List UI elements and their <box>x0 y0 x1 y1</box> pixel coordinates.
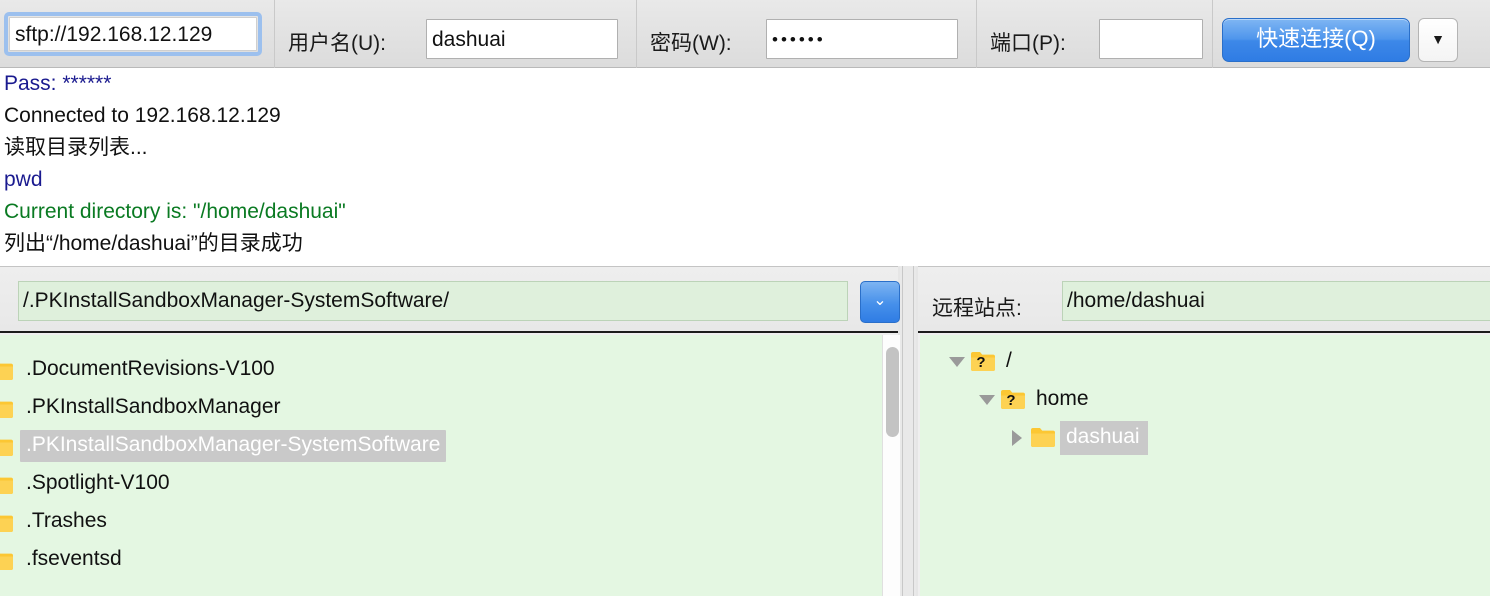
remote-site-label: 远程站点: <box>932 297 1022 320</box>
local-file-name: .PKInstallSandboxManager-SystemSoftware <box>20 430 447 462</box>
remote-tree-row[interactable]: ? home <box>920 381 1490 419</box>
remote-tree-row[interactable]: ? / <box>920 343 1490 381</box>
toolbar-divider-1 <box>274 0 275 68</box>
local-file-row[interactable]: .DocumentRevisions-V100 <box>0 351 882 389</box>
local-file-row[interactable]: .fseventsd <box>0 541 882 579</box>
folder-icon <box>0 511 18 533</box>
local-file-row[interactable]: .PKInstallSandboxManager <box>0 389 882 427</box>
triangle-down-icon[interactable] <box>974 394 1000 406</box>
remote-tree-label: / <box>1006 349 1012 372</box>
folder-icon <box>0 549 18 571</box>
folder-icon <box>0 397 18 419</box>
local-file-name: .PKInstallSandboxManager <box>26 395 281 418</box>
local-path-input[interactable]: /.PKInstallSandboxManager-SystemSoftware… <box>18 281 848 321</box>
local-path-bar: : /.PKInstallSandboxManager-SystemSoftwa… <box>0 267 900 333</box>
remote-tree-label: dashuai <box>1060 421 1148 455</box>
log-line: Pass: ****** <box>4 72 112 95</box>
folder-unknown-icon: ? <box>970 350 998 374</box>
toolbar-divider-2 <box>636 0 637 68</box>
local-pane: : /.PKInstallSandboxManager-SystemSoftwa… <box>0 266 903 596</box>
local-file-name: .Trashes <box>26 509 107 532</box>
remote-path-bar: 远程站点: /home/dashuai <box>918 267 1490 333</box>
local-file-row[interactable]: .Spotlight-V100 <box>0 465 882 503</box>
chevron-down-icon: ▼ <box>1431 31 1445 47</box>
remote-path-input[interactable]: /home/dashuai <box>1062 281 1490 321</box>
folder-unknown-icon: ? <box>1000 388 1028 412</box>
log-line: 读取目录列表... <box>4 136 148 159</box>
password-input[interactable]: •••••• <box>766 19 958 59</box>
port-label: 端口(P): <box>990 32 1066 55</box>
remote-tree-row[interactable]: dashuai <box>920 419 1490 457</box>
remote-tree-label: home <box>1036 387 1089 410</box>
local-file-name: .Spotlight-V100 <box>26 471 170 494</box>
username-input[interactable]: dashuai <box>426 19 618 59</box>
remote-tree-rows: ? /? home dashuai <box>920 335 1490 457</box>
message-log-lines: Pass: ****** Connected to 192.168.12.129 读… <box>0 68 1490 260</box>
host-input[interactable]: sftp://192.168.12.129 <box>9 17 257 51</box>
local-path-dropdown-button[interactable]: ⌄ <box>860 281 900 323</box>
local-file-rows: .DocumentRevisions-V100 .PKInstallSandbox… <box>0 335 882 579</box>
triangle-right-icon[interactable] <box>1004 429 1030 447</box>
password-label: 密码(W): <box>650 32 732 55</box>
transfer-panes: : /.PKInstallSandboxManager-SystemSoftwa… <box>0 266 1490 596</box>
log-line: pwd <box>4 168 43 191</box>
port-input[interactable] <box>1099 19 1203 59</box>
log-line: Connected to 192.168.12.129 <box>4 104 281 127</box>
remote-pane: 远程站点: /home/dashuai ? /? home dashuai <box>918 266 1490 596</box>
folder-icon <box>0 435 18 457</box>
chevron-down-icon: ⌄ <box>873 292 887 309</box>
log-line: 列出“/home/dashuai”的目录成功 <box>4 232 303 255</box>
quickconnect-toolbar: sftp://192.168.12.129 用户名(U): dashuai 密码… <box>0 0 1490 68</box>
pane-splitter[interactable] <box>900 266 916 596</box>
toolbar-divider-4 <box>1212 0 1213 68</box>
local-file-row[interactable]: .Trashes <box>0 503 882 541</box>
folder-icon <box>0 473 18 495</box>
local-file-name: .fseventsd <box>26 547 122 570</box>
svg-text:?: ? <box>1006 392 1015 409</box>
local-file-name: .DocumentRevisions-V100 <box>26 357 275 380</box>
svg-text:?: ? <box>976 354 985 371</box>
local-file-list[interactable]: .DocumentRevisions-V100 .PKInstallSandbox… <box>0 335 882 596</box>
local-file-row[interactable]: .PKInstallSandboxManager-SystemSoftware <box>0 427 882 465</box>
remote-directory-tree[interactable]: ? /? home dashuai <box>920 335 1490 596</box>
local-list-scrollbar-thumb[interactable] <box>886 347 899 437</box>
folder-icon <box>0 359 18 381</box>
quick-connect-button[interactable]: 快速连接(Q) <box>1222 18 1410 62</box>
message-log[interactable]: Pass: ****** Connected to 192.168.12.129 读… <box>0 68 1490 266</box>
username-label: 用户名(U): <box>288 32 386 55</box>
toolbar-divider-3 <box>976 0 977 68</box>
quick-connect-dropdown-button[interactable]: ▼ <box>1418 18 1458 62</box>
log-line: Current directory is: "/home/dashuai" <box>4 200 346 223</box>
filezilla-window: sftp://192.168.12.129 用户名(U): dashuai 密码… <box>0 0 1490 596</box>
folder-icon <box>1030 426 1058 450</box>
triangle-down-icon[interactable] <box>944 356 970 368</box>
